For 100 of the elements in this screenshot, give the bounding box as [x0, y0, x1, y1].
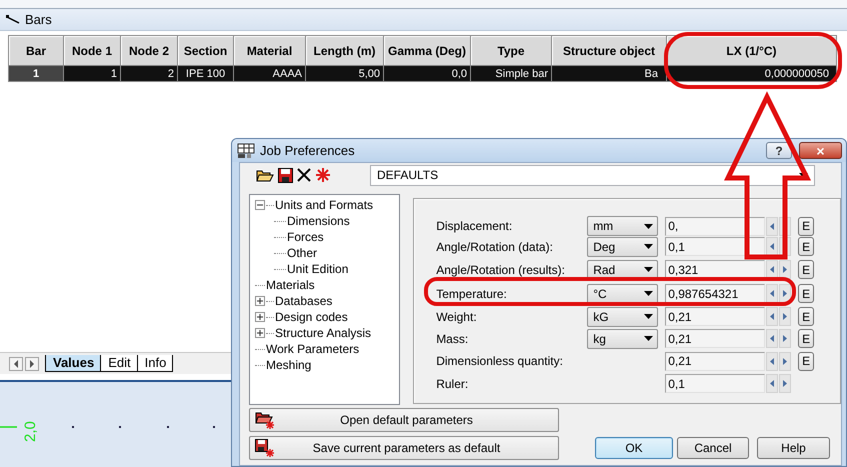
value-field[interactable]: 0,987654321: [665, 284, 766, 303]
edit-button[interactable]: E: [798, 284, 814, 303]
decrement-button[interactable]: [766, 237, 778, 256]
unit-dropdown[interactable]: kG: [587, 306, 658, 326]
save-defaults-button[interactable]: Save current parameters as default: [249, 436, 559, 460]
unit-dropdown[interactable]: Rad: [587, 260, 658, 280]
disk-star-icon: [255, 439, 275, 457]
tree-item[interactable]: Databases: [275, 294, 332, 308]
column-header[interactable]: Material: [234, 36, 306, 66]
tree-item[interactable]: Meshing: [266, 358, 312, 372]
tree-item[interactable]: Work Parameters: [266, 342, 360, 356]
column-header[interactable]: Gamma (Deg): [384, 36, 470, 66]
tree-item[interactable]: Unit Edition: [287, 262, 348, 276]
column-header[interactable]: LX (1/°C): [666, 36, 836, 66]
expand-box[interactable]: [255, 296, 265, 306]
column-header[interactable]: Section: [178, 36, 234, 66]
axis-label: 2,0: [22, 421, 39, 442]
edit-button[interactable]: E: [798, 329, 814, 348]
value-field[interactable]: 0,: [665, 216, 766, 236]
value-field[interactable]: 0,1: [665, 237, 766, 256]
table-cell: 5,00: [306, 66, 384, 82]
caret-icon: [644, 336, 654, 341]
increment-button[interactable]: [779, 329, 792, 348]
increment-button[interactable]: [779, 307, 792, 326]
column-header[interactable]: Length (m): [306, 36, 384, 66]
left-triangle-icon: [770, 313, 774, 320]
dialog-button[interactable]: OK: [595, 437, 673, 459]
expand-box[interactable]: [255, 200, 265, 210]
scroll-right-button[interactable]: [25, 356, 39, 370]
value-field[interactable]: 0,21: [665, 329, 766, 348]
unit-dropdown[interactable]: Deg: [587, 236, 658, 256]
increment-button[interactable]: [779, 260, 792, 279]
unit-value: mm: [593, 219, 614, 233]
value-field[interactable]: 0,21: [665, 307, 766, 326]
increment-button[interactable]: [779, 374, 792, 393]
tree-item[interactable]: Materials: [266, 278, 315, 292]
left-triangle-icon: [13, 360, 19, 368]
tree-item[interactable]: Forces: [287, 230, 324, 244]
tab[interactable]: Values: [45, 355, 100, 372]
save-icon[interactable]: [278, 168, 293, 182]
edit-button[interactable]: E: [798, 260, 814, 279]
column-header[interactable]: Node 2: [120, 36, 178, 66]
value-field[interactable]: 0,21: [665, 352, 766, 370]
edit-button[interactable]: E: [798, 352, 814, 370]
right-triangle-icon: [783, 358, 788, 364]
right-triangle-icon: [783, 266, 788, 273]
left-triangle-icon: [770, 380, 774, 387]
expand-box[interactable]: [255, 328, 265, 338]
dialog-button[interactable]: Help: [757, 437, 830, 459]
plus-icon: [256, 313, 264, 321]
table-cell: 1: [8, 66, 64, 82]
left-triangle-icon: [770, 358, 774, 364]
star-icon[interactable]: [315, 167, 331, 183]
increment-button[interactable]: [779, 352, 792, 370]
tree-item[interactable]: Structure Analysis: [275, 326, 372, 340]
help-button[interactable]: ?: [766, 142, 792, 159]
decrement-button[interactable]: [766, 329, 778, 348]
unit-dropdown[interactable]: mm: [587, 216, 658, 236]
setting-label: Weight:: [436, 310, 478, 324]
scroll-left-button[interactable]: [9, 356, 23, 370]
unit-value: Rad: [593, 262, 616, 276]
open-defaults-button[interactable]: Open default parameters: [249, 408, 559, 432]
unit-dropdown[interactable]: kg: [587, 328, 658, 348]
decrement-button[interactable]: [766, 374, 778, 393]
table-cell: 1: [64, 66, 120, 82]
table-cell: Simple bar: [470, 66, 552, 82]
table-cell: 0,000000050: [666, 66, 836, 82]
column-header[interactable]: Node 1: [64, 36, 120, 66]
tree-item[interactable]: Design codes: [275, 310, 348, 324]
tab[interactable]: Edit: [100, 355, 137, 372]
tree-item[interactable]: Dimensions: [287, 214, 350, 228]
edit-button[interactable]: E: [798, 237, 814, 256]
edit-button[interactable]: E: [798, 216, 814, 236]
decrement-button[interactable]: [766, 216, 778, 236]
increment-button[interactable]: [779, 284, 792, 303]
value-field[interactable]: 0,1: [665, 374, 766, 393]
plus-icon: [256, 329, 264, 337]
delete-icon[interactable]: [297, 168, 311, 182]
tab[interactable]: Info: [136, 355, 174, 372]
folder-icon[interactable]: [256, 168, 274, 182]
window-title: Job Preferences: [260, 143, 356, 158]
preset-value: DEFAULTS: [377, 168, 440, 182]
folder-star-icon: [255, 411, 275, 429]
edit-button[interactable]: E: [798, 307, 814, 326]
expand-box[interactable]: [255, 312, 265, 322]
setting-label: Ruler:: [436, 376, 470, 390]
decrement-button[interactable]: [766, 352, 778, 370]
decrement-button[interactable]: [766, 284, 778, 303]
setting-label: Temperature:: [436, 286, 508, 300]
tree-item[interactable]: Units and Formats: [275, 198, 374, 212]
column-header[interactable]: Structure object: [552, 36, 666, 66]
dialog-button[interactable]: Cancel: [677, 437, 749, 459]
tree-item[interactable]: Other: [287, 246, 318, 260]
unit-value: Deg: [593, 240, 616, 254]
unit-value: kg: [593, 332, 607, 346]
setting-label: Dimensionless quantity:: [436, 354, 564, 368]
column-header[interactable]: Type: [470, 36, 552, 66]
decrement-button[interactable]: [766, 307, 778, 326]
unit-dropdown[interactable]: °C: [587, 284, 658, 304]
column-header[interactable]: Bar: [8, 36, 64, 66]
